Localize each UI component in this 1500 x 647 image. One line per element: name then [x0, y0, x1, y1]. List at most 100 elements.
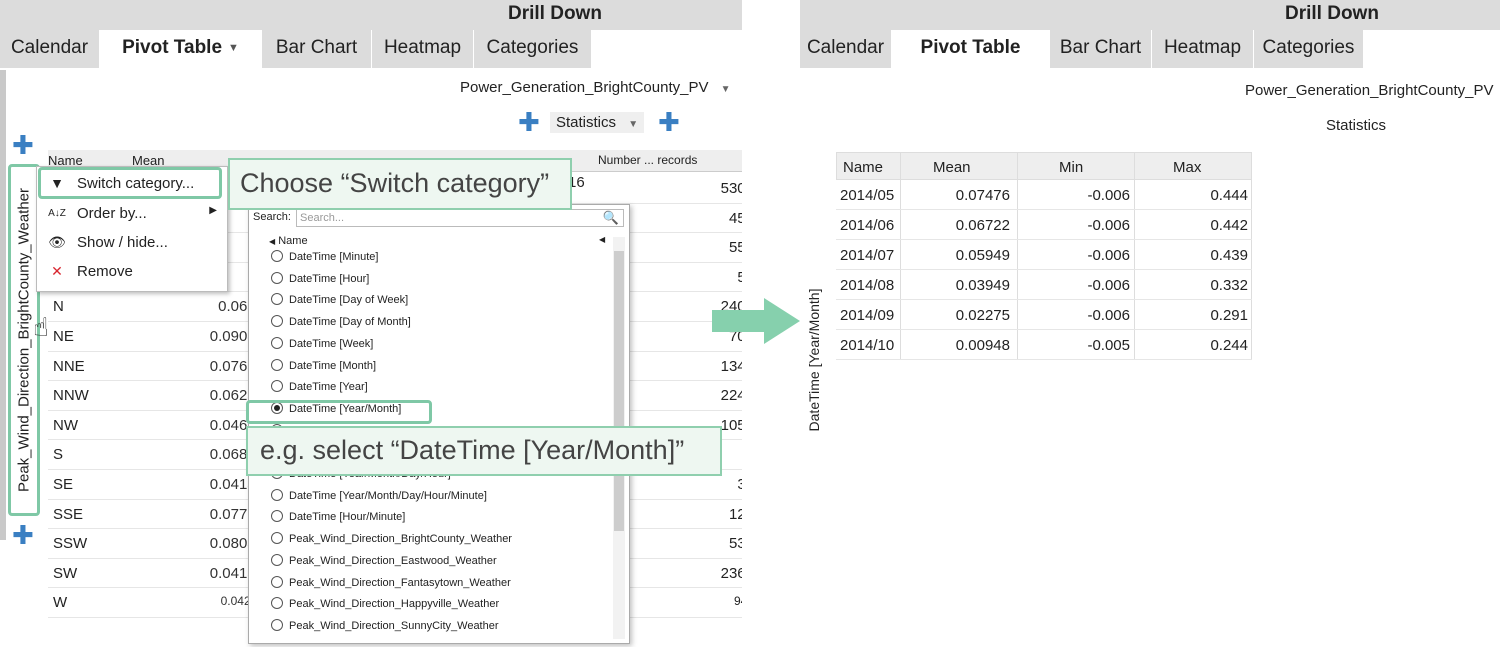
row-record-count: 2244 — [720, 387, 742, 405]
radio-icon[interactable] — [271, 553, 283, 566]
option-label: DateTime [Year] — [289, 381, 368, 394]
right-pivot-panel: Drill Down Calendar Pivot Table Bar Char… — [800, 0, 1500, 647]
row-name: 2014/09 — [840, 307, 895, 324]
dropdown-option[interactable]: DateTime [Month] — [271, 358, 377, 382]
statistics-select[interactable]: Statistics ▼ — [550, 112, 645, 133]
add-statistic-icon[interactable]: ✚ — [658, 109, 680, 135]
row-record-count: 531 — [728, 535, 742, 553]
row-name: 2014/07 — [840, 247, 895, 264]
tab-bar-chart[interactable]: Bar Chart — [262, 30, 372, 68]
dropdown-option[interactable]: DateTime [Day of Month] — [271, 315, 411, 338]
measure-select[interactable]: Power_Generation_BrightCounty_PV ▼ — [460, 79, 731, 96]
table-row[interactable]: 2014/09 0.02275 -0.006 0.291 — [836, 300, 1252, 330]
add-measure-icon[interactable]: ✚ — [518, 109, 540, 135]
header-mean[interactable]: Mean — [933, 159, 971, 176]
tab-pivot-table[interactable]: Pivot Table — [892, 30, 1050, 68]
menu-item-show-hide[interactable]: 👁 Show / hide... — [37, 229, 227, 258]
table-row[interactable]: 2014/06 0.06722 -0.006 0.442 — [836, 210, 1252, 240]
radio-icon[interactable] — [271, 532, 283, 545]
selected-item-highlight — [246, 400, 432, 424]
table-row[interactable]: 2014/05 0.07476 -0.006 0.444 — [836, 180, 1252, 210]
option-label: DateTime [Day of Week] — [289, 294, 409, 307]
callout-select-datetime: e.g. select “DateTime [Year/Month]” — [246, 426, 722, 476]
radio-icon[interactable] — [271, 293, 283, 306]
dropdown-option[interactable]: Peak_Wind_Direction_BrightCounty_Weather — [271, 532, 512, 555]
row-max: 0.332 — [1210, 277, 1248, 294]
dropdown-option[interactable]: DateTime [Hour/Minute] — [271, 510, 406, 533]
radio-icon[interactable] — [271, 336, 283, 349]
radio-icon[interactable] — [271, 510, 283, 523]
row-record-count: 5308 — [720, 180, 742, 197]
search-input[interactable]: Search... 🔍 — [296, 209, 624, 227]
tab-heatmap[interactable]: Heatmap — [1152, 30, 1254, 68]
dropdown-option[interactable]: Peak_Wind_Direction_Fantasytown_Weather — [271, 575, 511, 599]
radio-icon[interactable] — [271, 271, 283, 284]
chevron-down-icon: ▼ — [628, 119, 639, 130]
left-pivot-panel: Drill Down Calendar Pivot Table ▼ Bar Cha… — [0, 0, 742, 647]
header-min[interactable]: Min — [1059, 159, 1083, 176]
scroll-thumb[interactable] — [614, 251, 624, 531]
table-header: Name Mean Min Max — [836, 152, 1252, 180]
row-name: N — [53, 298, 64, 316]
radio-icon[interactable] — [271, 618, 283, 631]
chevron-down-icon[interactable]: ▼ — [228, 42, 239, 54]
search-icon: 🔍 — [602, 210, 619, 225]
search-label: Search: — [253, 211, 291, 223]
radio-icon[interactable] — [271, 597, 283, 610]
dropdown-option[interactable]: DateTime [Hour] — [271, 271, 370, 295]
row-name: NNE — [53, 357, 85, 375]
dropdown-option[interactable]: DateTime [Day of Week] — [271, 293, 409, 316]
radio-icon[interactable] — [271, 358, 283, 371]
dropdown-option[interactable]: Peak_Wind_Direction_Eastwood_Weather — [271, 553, 497, 577]
row-mean: 0.06252 — [209, 387, 264, 405]
tab-categories[interactable]: Categories — [474, 30, 592, 68]
tab-calendar[interactable]: Calendar — [800, 30, 892, 68]
tab-heatmap[interactable]: Heatmap — [372, 30, 474, 68]
tab-categories[interactable]: Categories — [1254, 30, 1364, 68]
category-axis-label[interactable]: DateTime [Year/Month] — [802, 270, 826, 450]
dropdown-option[interactable]: DateTime [Week] — [271, 336, 373, 360]
radio-icon[interactable] — [271, 250, 283, 263]
tab-pivot-table[interactable]: Pivot Table ▼ — [100, 30, 262, 68]
table-row[interactable]: 2014/08 0.03949 -0.006 0.332 — [836, 270, 1252, 300]
eye-icon: 👁 — [48, 234, 66, 250]
option-label: DateTime [Hour] — [289, 272, 370, 285]
row-min: -0.006 — [1087, 247, 1130, 264]
sort-icon: A↓Z — [48, 208, 66, 219]
dropdown-option[interactable]: Peak_Wind_Direction_Happyville_Weather — [271, 597, 499, 620]
add-category-bottom-icon[interactable]: ✚ — [12, 522, 34, 548]
dropdown-option[interactable]: DateTime [Minute] — [271, 250, 378, 273]
table-row[interactable]: 2014/10 0.00948 -0.005 0.244 — [836, 330, 1252, 360]
row-max: 0.442 — [1210, 217, 1248, 234]
row-name: W — [53, 594, 68, 612]
hand-cursor-icon: ☝ — [33, 312, 49, 342]
dropdown-option[interactable]: DateTime [Year/Month/Day/Hour/Minute] — [271, 488, 487, 512]
option-label: Peak_Wind_Direction_BrightCounty_Weather — [289, 533, 512, 546]
row-name: SSW — [53, 535, 88, 553]
tab-calendar[interactable]: Calendar — [0, 30, 100, 68]
vertical-scrollbar[interactable] — [0, 70, 6, 540]
tab-bar-chart[interactable]: Bar Chart — [1050, 30, 1152, 68]
header-number-records[interactable]: Number ... records — [598, 153, 697, 167]
row-max: 0.439 — [1210, 247, 1248, 264]
measure-label[interactable]: Power_Generation_BrightCounty_PV — [1245, 82, 1493, 99]
menu-item-order-by[interactable]: A↓Z Order by... ▶ — [37, 200, 227, 229]
row-name: NNW — [53, 387, 89, 405]
radio-icon[interactable] — [271, 315, 283, 328]
radio-icon[interactable] — [271, 575, 283, 588]
header-max[interactable]: Max — [1173, 159, 1201, 176]
option-label: DateTime [Year/Month/Day/Hour/Minute] — [289, 489, 487, 502]
row-record-count: 2364 — [720, 564, 742, 582]
table-row[interactable]: 2014/07 0.05949 -0.006 0.439 — [836, 240, 1252, 270]
option-label: DateTime [Month] — [289, 359, 377, 372]
statistics-label[interactable]: Statistics — [1326, 117, 1386, 134]
header-name[interactable]: Name — [843, 159, 883, 176]
add-category-top-icon[interactable]: ✚ — [12, 132, 34, 158]
radio-icon[interactable] — [271, 488, 283, 501]
radio-icon[interactable] — [271, 380, 283, 393]
option-label: DateTime [Hour/Minute] — [289, 511, 406, 524]
menu-item-remove[interactable]: ✕ Remove — [37, 258, 227, 287]
dropdown-option[interactable]: Peak_Wind_Direction_SunnyCity_Weather — [271, 618, 499, 642]
row-mean: 0.04241 — [220, 594, 264, 609]
category-dropdown: Search: Search... 🔍 ◀ Name ◀ DateTime [M… — [248, 204, 630, 644]
